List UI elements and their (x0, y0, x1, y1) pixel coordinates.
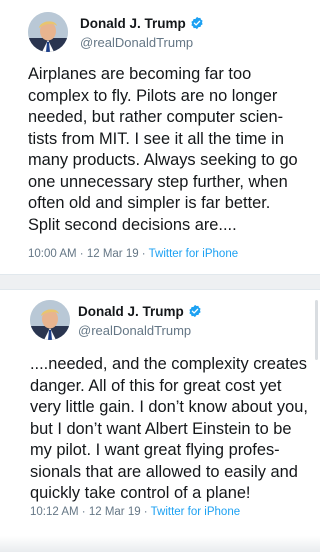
tweet-text-line: often old and simpler is far better. (28, 194, 271, 212)
meta-separator: · (78, 506, 89, 518)
tweet-text-line: sionals that are allowed to easily and (30, 462, 298, 481)
name-row: Donald J. Trump (78, 302, 202, 320)
tweet-meta: 10:00 AM · 12 Mar 19 · Twitter for iPhon… (28, 248, 238, 260)
tweet-text-line: many products. Always seeking to go (28, 151, 298, 169)
avatar[interactable] (28, 12, 68, 52)
meta-separator: · (140, 506, 151, 518)
avatar[interactable] (30, 300, 70, 340)
tweet-divider (0, 274, 320, 290)
tweet-text-line: tists from MIT. I see it all the time in (28, 129, 284, 148)
tweet-text-line: Airplanes are becoming far too (28, 65, 252, 83)
bottom-edge (0, 536, 320, 552)
user-handle[interactable]: @realDonaldTrump (78, 323, 202, 338)
tweet-meta: 10:12 AM · 12 Mar 19 · Twitter for iPhon… (30, 506, 240, 518)
tweet-source-link[interactable]: Twitter for iPhone (151, 506, 240, 518)
tweet-text-line: ....needed, and the complexity creates (30, 355, 307, 373)
tweet-text-line: one unnecessary step further, when (28, 172, 288, 191)
tweet-text: Airplanes are becoming far too complex t… (28, 64, 314, 236)
display-name[interactable]: Donald J. Trump (80, 16, 186, 31)
tweet-text-line: danger. All of this for great cost yet (30, 376, 282, 395)
tweet-date[interactable]: 12 Mar 19 (87, 248, 139, 260)
tweet-text-line: very little gain. I don’t know about you… (30, 398, 308, 416)
display-name[interactable]: Donald J. Trump (78, 304, 184, 319)
tweet-card[interactable]: Donald J. Trump @realDonaldTrump ....nee… (0, 290, 320, 552)
tweet-date[interactable]: 12 Mar 19 (89, 506, 141, 518)
tweet-text-line: needed, but rather computer scien- (28, 108, 284, 126)
name-row: Donald J. Trump (80, 14, 204, 32)
tweet-header: Donald J. Trump @realDonaldTrump (30, 300, 310, 344)
profile-photo-icon (30, 300, 70, 340)
tweet-text-line: quickly take control of a plane! (30, 484, 251, 502)
verified-badge-icon (188, 304, 202, 318)
tweet-text-line: complex to fly. Pilots are no longer (28, 86, 278, 105)
user-names: Donald J. Trump @realDonaldTrump (78, 302, 202, 338)
user-handle[interactable]: @realDonaldTrump (80, 35, 204, 50)
tweet-time[interactable]: 10:00 AM (28, 248, 77, 260)
tweet-source-link[interactable]: Twitter for iPhone (149, 248, 238, 260)
meta-separator: · (138, 248, 149, 260)
tweet-card[interactable]: Donald J. Trump @realDonaldTrump Airplan… (0, 0, 320, 274)
profile-photo-icon (28, 12, 68, 52)
tweet-header: Donald J. Trump @realDonaldTrump (28, 12, 308, 56)
verified-badge-icon (190, 16, 204, 30)
meta-separator: · (76, 248, 87, 260)
tweet-text-line: my pilot. I want great flying profes- (30, 441, 280, 459)
timeline: Donald J. Trump @realDonaldTrump Airplan… (0, 0, 320, 552)
tweet-text-line: but I don’t want Albert Einstein to be (30, 419, 292, 438)
tweet-text: ....needed, and the complexity creates d… (30, 354, 316, 505)
tweet-text-line: Split second decisions are.... (28, 215, 237, 234)
tweet-time[interactable]: 10:12 AM (30, 506, 79, 518)
user-names: Donald J. Trump @realDonaldTrump (80, 14, 204, 50)
scrollbar[interactable] (315, 300, 318, 360)
